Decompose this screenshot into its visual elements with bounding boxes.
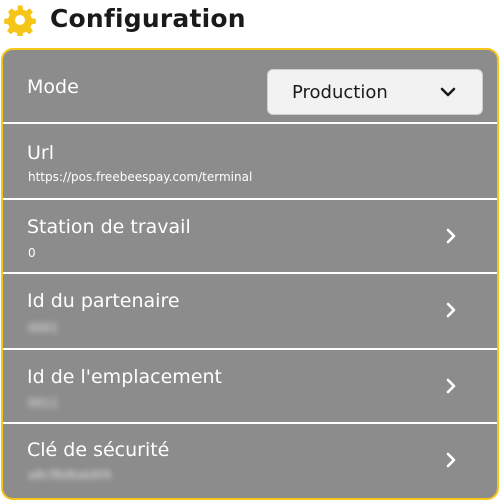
partner-id-row[interactable]: Id du partenaire 0001: [3, 274, 497, 350]
station-row[interactable]: Station de travail 0: [3, 200, 497, 274]
location-id-value: 0011: [28, 396, 59, 410]
mode-select-value: Production: [292, 82, 388, 103]
mode-row: Mode Production: [3, 50, 497, 124]
partner-id-label: Id du partenaire: [27, 290, 180, 312]
chevron-right-icon: [446, 228, 456, 244]
configuration-panel: Mode Production Url https://pos.freebees…: [1, 48, 499, 500]
partner-id-value: 0001: [28, 321, 59, 335]
security-key-label: Clé de sécurité: [27, 439, 170, 461]
url-value: https://pos.freebeespay.com/terminal: [28, 170, 253, 184]
chevron-right-icon: [446, 452, 456, 468]
chevron-right-icon: [446, 302, 456, 318]
gear-icon: [4, 5, 36, 36]
location-id-label: Id de l'emplacement: [27, 366, 223, 388]
url-row[interactable]: Url https://pos.freebeespay.com/terminal: [3, 124, 497, 200]
chevron-right-icon: [446, 378, 456, 394]
location-id-row[interactable]: Id de l'emplacement 0011: [3, 350, 497, 424]
page-header: Configuration: [0, 0, 499, 44]
url-label: Url: [27, 142, 54, 164]
station-value: 0: [28, 246, 36, 260]
station-label: Station de travail: [27, 216, 191, 238]
security-key-value: a8cf8d6ab6f4: [28, 468, 112, 482]
mode-label: Mode: [27, 76, 79, 98]
chevron-down-icon: [440, 87, 456, 97]
security-key-row[interactable]: Clé de sécurité a8cf8d6ab6f4: [3, 424, 497, 498]
mode-select[interactable]: Production: [267, 69, 483, 115]
page-title: Configuration: [50, 4, 246, 33]
